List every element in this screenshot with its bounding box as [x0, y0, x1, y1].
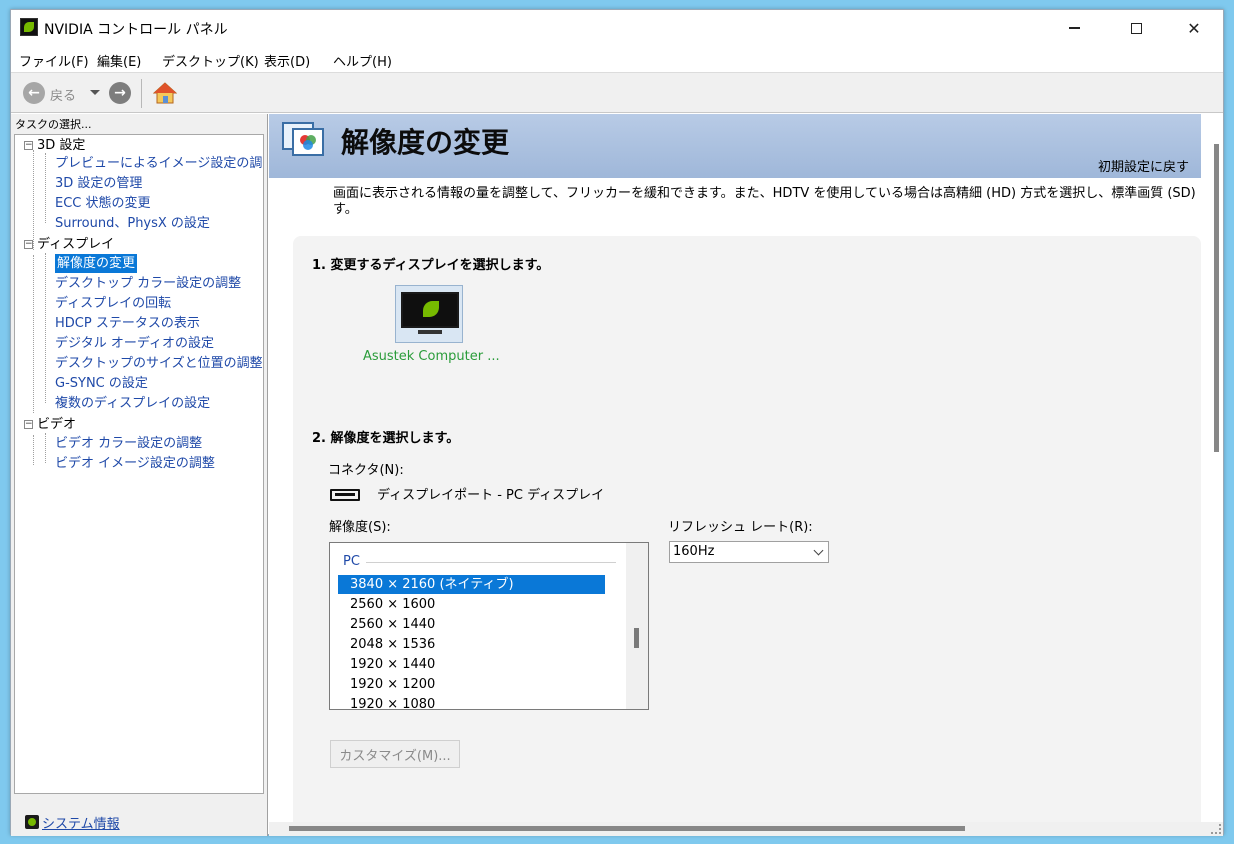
- collapse-3d-settings-icon[interactable]: −: [24, 141, 33, 150]
- resolution-label: 解像度(S):: [329, 520, 391, 535]
- resolution-option[interactable]: 1920 × 1080: [338, 695, 605, 709]
- tree-item-video-image[interactable]: ビデオ イメージ設定の調整: [55, 454, 215, 473]
- main-vertical-scrollbar[interactable]: [1211, 114, 1223, 822]
- tree-line: [33, 150, 34, 250]
- monitor-icon: [401, 292, 459, 328]
- task-pane-label: タスクの選択...: [15, 118, 92, 131]
- menu-view[interactable]: 表示(D): [264, 51, 310, 70]
- resolution-scroll-thumb[interactable]: [634, 628, 639, 648]
- close-button[interactable]: ✕: [1165, 10, 1223, 46]
- back-label[interactable]: 戻る: [50, 85, 76, 104]
- group-divider: [366, 562, 616, 563]
- page-title: 解像度の変更: [341, 126, 510, 159]
- resolution-list[interactable]: PC 3840 × 2160 (ネイティブ) 2560 × 1600 2560 …: [329, 542, 649, 710]
- tree-item-surround-physx[interactable]: Surround、PhysX の設定: [55, 214, 210, 233]
- app-window: NVIDIA コントロール パネル ✕ ファイル(F) 編集(E) デスクトップ…: [10, 9, 1224, 836]
- title-bar: NVIDIA コントロール パネル ✕: [11, 10, 1223, 46]
- tree-item-rotate-display[interactable]: ディスプレイの回転: [55, 294, 171, 313]
- nvidia-logo-icon: [20, 18, 38, 36]
- tree-line: [45, 153, 46, 223]
- menu-edit[interactable]: 編集(E): [97, 51, 141, 70]
- system-info-icon: [25, 815, 39, 829]
- task-tree: − 3D 設定 プレビューによるイメージ設定の調整 3D 設定の管理 ECC 状…: [14, 134, 264, 794]
- tree-item-preview-image-settings[interactable]: プレビューによるイメージ設定の調整: [55, 154, 263, 173]
- collapse-display-icon[interactable]: −: [24, 240, 33, 249]
- customize-button[interactable]: カスタマイズ(M)...: [330, 740, 460, 768]
- main-horizontal-scrollbar[interactable]: [269, 822, 1223, 836]
- resolution-list-scrollbar[interactable]: [626, 543, 648, 709]
- menu-help[interactable]: ヘルプ(H): [333, 51, 392, 70]
- window-title: NVIDIA コントロール パネル: [44, 22, 228, 38]
- forward-arrow-icon: →: [114, 85, 126, 101]
- main-vertical-scroll-thumb[interactable]: [1214, 144, 1219, 452]
- home-icon[interactable]: [153, 81, 177, 105]
- refresh-rate-select[interactable]: 160Hz: [669, 541, 829, 563]
- display-name[interactable]: Asustek Computer ...: [363, 349, 500, 364]
- resolution-group-label: PC: [343, 554, 360, 569]
- tree-line: [33, 255, 34, 413]
- main-horizontal-scroll-thumb[interactable]: [289, 826, 965, 831]
- tree-category-video[interactable]: ビデオ: [37, 415, 76, 434]
- resolution-option[interactable]: 1920 × 1440: [338, 655, 605, 674]
- menu-desktop[interactable]: デスクトップ(K): [162, 51, 259, 70]
- monitor-stand: [418, 330, 442, 334]
- back-arrow-icon: ←: [28, 85, 40, 101]
- display-selector-monitor[interactable]: [395, 285, 463, 343]
- connector-label: コネクタ(N):: [328, 463, 404, 478]
- tree-item-hdcp-status[interactable]: HDCP ステータスの表示: [55, 314, 200, 333]
- system-info-link[interactable]: システム情報: [42, 813, 120, 832]
- page-description: 画面に表示される情報の量を調整して、フリッカーを緩和できます。また、HDTV を…: [333, 186, 1196, 217]
- collapse-video-icon[interactable]: −: [24, 420, 33, 429]
- close-icon: ✕: [1187, 18, 1201, 38]
- tree-item-digital-audio[interactable]: デジタル オーディオの設定: [55, 334, 214, 353]
- displayport-connector-icon: [330, 489, 360, 501]
- tree-item-video-color[interactable]: ビデオ カラー設定の調整: [55, 434, 202, 453]
- tree-item-manage-3d-settings[interactable]: 3D 設定の管理: [55, 174, 142, 193]
- step1-heading: 1. 変更するディスプレイを選択します。: [312, 258, 550, 273]
- resolution-option[interactable]: 2560 × 1600: [338, 595, 605, 614]
- connector-value: ディスプレイポート - PC ディスプレイ: [377, 488, 605, 503]
- tree-item-change-resolution[interactable]: 解像度の変更: [55, 254, 138, 273]
- tree-item-desktop-color[interactable]: デスクトップ カラー設定の調整: [55, 274, 241, 293]
- maximize-icon: [1130, 22, 1142, 34]
- tree-category-3d[interactable]: 3D 設定: [37, 136, 85, 155]
- tree-category-display[interactable]: ディスプレイ: [37, 235, 114, 254]
- chevron-down-icon: [813, 545, 824, 556]
- minimize-button[interactable]: [1045, 10, 1103, 46]
- refresh-rate-label: リフレッシュ レート(R):: [668, 520, 813, 535]
- page-header: 解像度の変更 初期設定に戻す: [269, 114, 1201, 178]
- restore-defaults-link[interactable]: 初期設定に戻す: [1098, 156, 1189, 175]
- forward-button[interactable]: →: [109, 82, 131, 104]
- minimize-icon: [1068, 27, 1080, 29]
- tree-item-ecc-state[interactable]: ECC 状態の変更: [55, 194, 151, 213]
- resize-grip-icon[interactable]: [1211, 824, 1221, 834]
- tree-line: [45, 253, 46, 403]
- settings-panel: 1. 変更するディスプレイを選択します。 Asustek Computer ..…: [293, 236, 1201, 836]
- resolution-option-selected[interactable]: 3840 × 2160 (ネイティブ): [338, 575, 605, 594]
- back-button[interactable]: ←: [23, 82, 45, 104]
- task-pane: タスクの選択... − 3D 設定 プレビューによるイメージ設定の調整 3D 設…: [11, 114, 268, 836]
- tree-item-desktop-size-position[interactable]: デスクトップのサイズと位置の調整: [55, 354, 263, 373]
- main-content: 解像度の変更 初期設定に戻す 画面に表示される情報の量を調整して、フリッカーを緩…: [269, 114, 1223, 836]
- resolution-option[interactable]: 2560 × 1440: [338, 615, 605, 634]
- history-dropdown-icon[interactable]: [90, 90, 100, 95]
- display-settings-icon: [282, 122, 324, 156]
- toolbar: ← 戻る →: [11, 72, 1223, 113]
- tree-line: [33, 435, 34, 465]
- maximize-button[interactable]: [1107, 10, 1165, 46]
- tree-line: [45, 433, 46, 463]
- step2-heading: 2. 解像度を選択します。: [312, 431, 460, 446]
- resolution-option[interactable]: 2048 × 1536: [338, 635, 605, 654]
- menu-bar: ファイル(F) 編集(E) デスクトップ(K) 表示(D) ヘルプ(H): [11, 47, 1223, 71]
- resolution-option[interactable]: 1920 × 1200: [338, 675, 605, 694]
- menu-file[interactable]: ファイル(F): [19, 51, 89, 70]
- tree-item-multiple-displays[interactable]: 複数のディスプレイの設定: [55, 394, 210, 413]
- tree-item-gsync[interactable]: G-SYNC の設定: [55, 374, 148, 393]
- toolbar-separator: [141, 79, 142, 108]
- refresh-rate-value: 160Hz: [673, 544, 715, 559]
